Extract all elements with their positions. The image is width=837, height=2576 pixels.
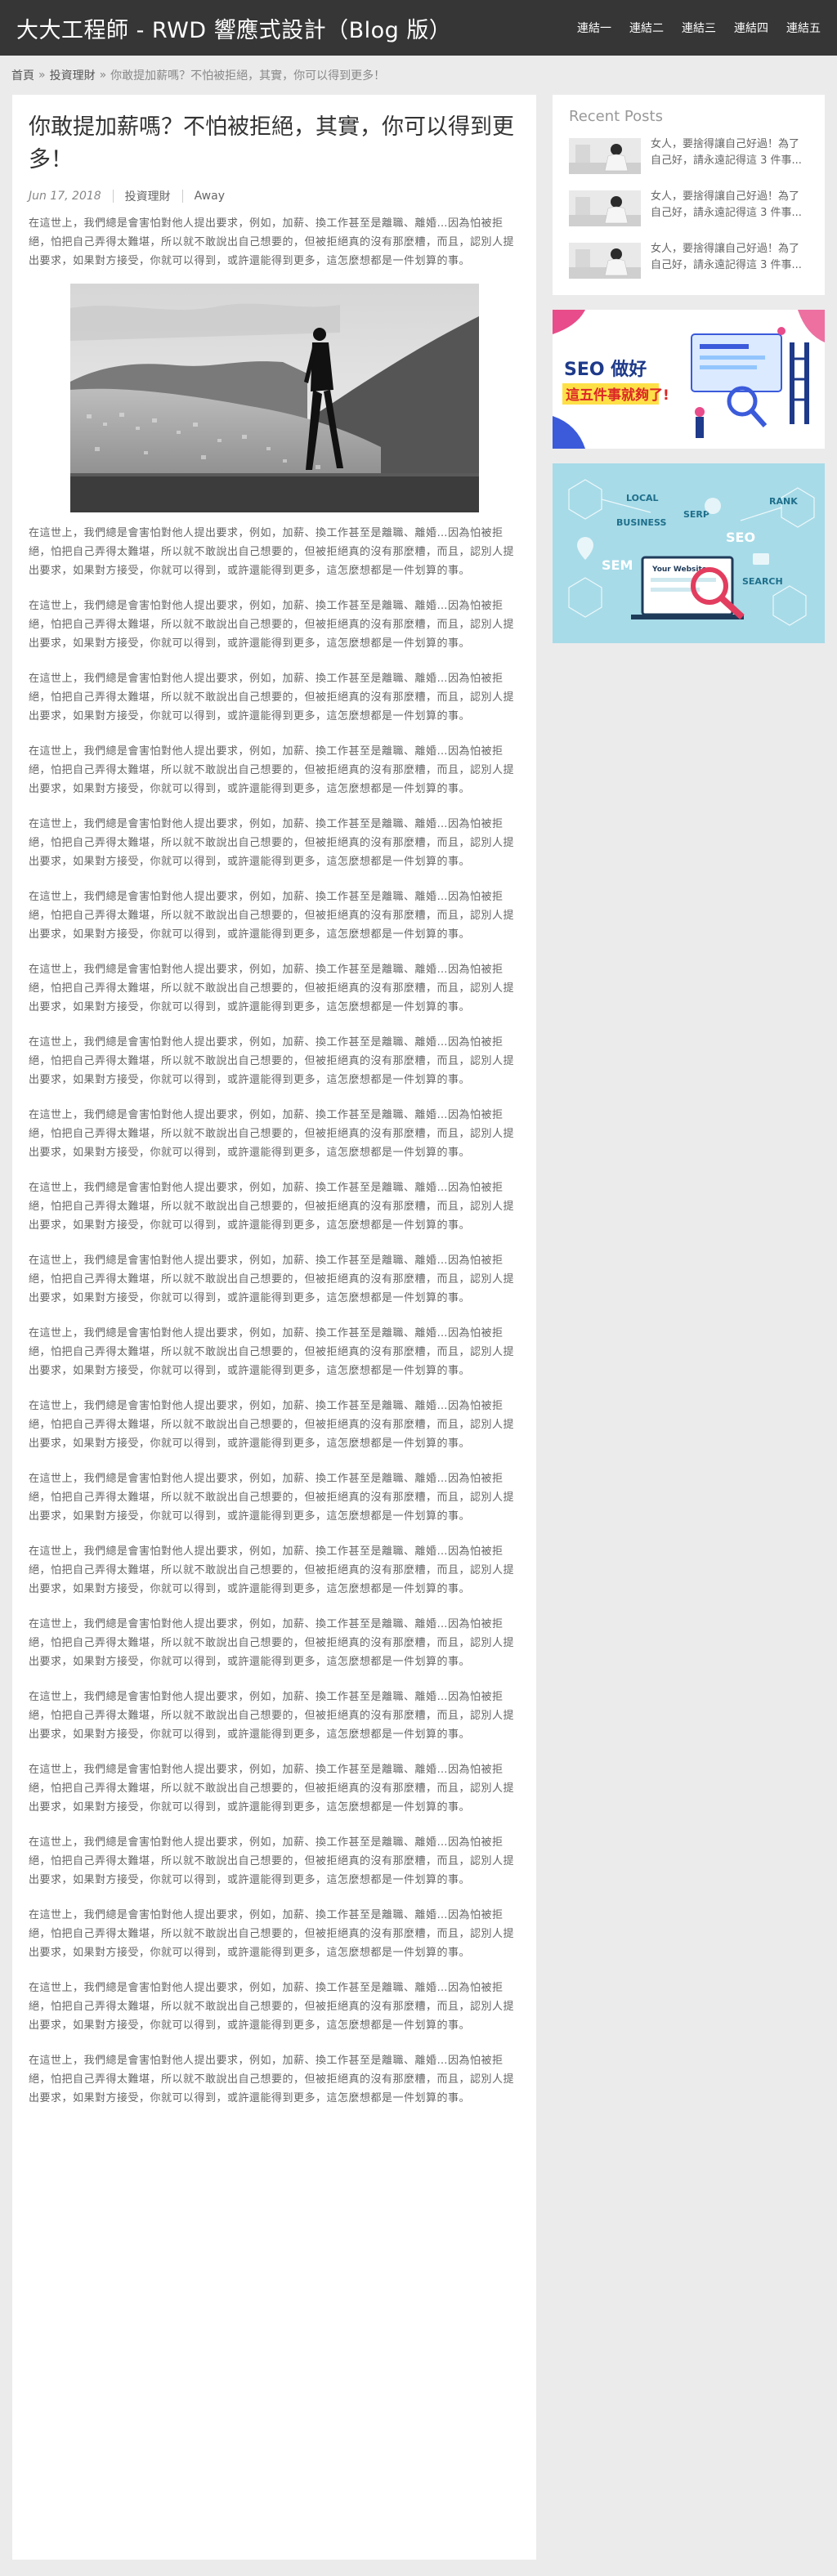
post-paragraph: 在這世上，我們總是會害怕對他人提出要求，例如，加薪、換工作甚至是離職、離婚…因為… <box>29 1909 515 1959</box>
hero-image <box>69 284 479 512</box>
post-paragraph: 在這世上，我們總是會害怕對他人提出要求，例如，加薪、換工作甚至是離職、離婚…因為… <box>29 1473 515 1523</box>
recent-posts-title: Recent Posts <box>569 108 663 125</box>
sidebar: Recent Posts 女人，要捨得讓自己好過！為了自己好，請永遠記得這 3 … <box>553 95 825 643</box>
post-author-link[interactable]: Away <box>195 190 225 203</box>
site-header: 大大工程師 - RWD 響應式設計（Blog 版） 連結一 連結二 連結三 連結… <box>0 0 837 56</box>
recent-post-link[interactable]: 女人，要捨得讓自己好過！為了自己好，請永遠記得這 3 件事... <box>651 136 808 174</box>
article: 你敢提加薪嗎？不怕被拒絕，其實，你可以得到更多！ Jun 17, 2018 投資… <box>12 95 536 2560</box>
post-paragraph: 在這世上，我們總是會害怕對他人提出要求，例如，加薪、換工作甚至是離職、離婚…因為… <box>29 745 515 795</box>
post-paragraph: 在這世上，我們總是會害怕對他人提出要求，例如，加薪、換工作甚至是離職、離婚…因為… <box>29 818 515 868</box>
nav-link-5[interactable]: 連結五 <box>786 20 821 36</box>
post-paragraph: 在這世上，我們總是會害怕對他人提出要求，例如，加薪、換工作甚至是離職、離婚…因為… <box>29 891 515 941</box>
svg-text:RANK: RANK <box>769 496 798 507</box>
post-paragraph: 在這世上，我們總是會害怕對他人提出要求，例如，加薪、換工作甚至是離職、離婚…因為… <box>29 964 515 1013</box>
post-paragraph: 在這世上，我們總是會害怕對他人提出要求，例如，加薪、換工作甚至是離職、離婚…因為… <box>29 1036 515 1086</box>
post-title: 你敢提加薪嗎？不怕被拒絕，其實，你可以得到更多！ <box>29 114 514 172</box>
recent-post-thumbnail[interactable] <box>569 138 641 174</box>
breadcrumb-separator: » <box>38 69 46 82</box>
post-paragraph: 在這世上，我們總是會害怕對他人提出要求，例如，加薪、換工作甚至是離職、離婚…因為… <box>29 527 515 577</box>
meta-divider <box>112 190 114 203</box>
nav-link-4[interactable]: 連結四 <box>734 20 768 36</box>
recent-post-link[interactable]: 女人，要捨得讓自己好過！為了自己好，請永遠記得這 3 件事... <box>651 189 808 226</box>
post-paragraph: 在這世上，我們總是會害怕對他人提出要求，例如，加薪、換工作甚至是離職、離婚…因為… <box>29 1254 515 1304</box>
breadcrumb-home[interactable]: 首頁 <box>11 67 34 83</box>
post-paragraph: 在這世上，我們總是會害怕對他人提出要求，例如，加薪、換工作甚至是離職、離婚…因為… <box>29 1327 515 1377</box>
recent-post-link[interactable]: 女人，要捨得讓自己好過！為了自己好，請永遠記得這 3 件事... <box>651 241 808 279</box>
breadcrumb: 首頁 » 投資理財 » 你敢提加薪嗎？不怕被拒絕，其實，你可以得到更多！ <box>0 56 837 95</box>
svg-text:SEO: SEO <box>726 530 755 545</box>
recent-post-item[interactable]: 女人，要捨得讓自己好過！為了自己好，請永遠記得這 3 件事... <box>569 189 808 226</box>
post-paragraph: 在這世上，我們總是會害怕對他人提出要求，例如，加薪、換工作甚至是離職、離婚…因為… <box>29 1618 515 1668</box>
post-paragraph: 在這世上，我們總是會害怕對他人提出要求，例如，加薪、換工作甚至是離職、離婚…因為… <box>29 1182 515 1232</box>
breadcrumb-separator: » <box>99 69 107 82</box>
breadcrumb-category[interactable]: 投資理財 <box>50 67 96 83</box>
svg-text:LOCAL: LOCAL <box>626 493 659 503</box>
svg-text:SEM: SEM <box>602 557 633 573</box>
post-paragraph: 在這世上，我們總是會害怕對他人提出要求，例如，加薪、換工作甚至是離職、離婚…因為… <box>29 217 515 267</box>
recent-post-thumbnail[interactable] <box>569 190 641 226</box>
post-paragraph: 在這世上，我們總是會害怕對他人提出要求，例如，加薪、換工作甚至是離職、離婚…因為… <box>29 1836 515 1886</box>
ad1-text-line1: SEO 做好 <box>564 359 647 380</box>
nav-link-1[interactable]: 連結一 <box>577 20 611 36</box>
breadcrumb-current: 你敢提加薪嗎？不怕被拒絕，其實，你可以得到更多！ <box>110 69 386 83</box>
ad1-text-line2: 這五件事就夠了! <box>566 387 669 404</box>
seo-ad-banner[interactable]: SEO 做好 這五件事就夠了! <box>553 310 825 449</box>
recent-post-thumbnail[interactable] <box>569 243 641 279</box>
svg-text:BUSINESS: BUSINESS <box>616 517 666 528</box>
post-paragraph: 在這世上，我們總是會害怕對他人提出要求，例如，加薪、換工作甚至是離職、離婚…因為… <box>29 1400 515 1450</box>
main-nav: 連結一 連結二 連結三 連結四 連結五 <box>559 20 821 36</box>
meta-divider <box>181 190 183 203</box>
nav-link-3[interactable]: 連結三 <box>682 20 716 36</box>
svg-text:SEARCH: SEARCH <box>742 576 783 587</box>
post-paragraph: 在這世上，我們總是會害怕對他人提出要求，例如，加薪、換工作甚至是離職、離婚…因為… <box>29 2055 515 2104</box>
nav-link-2[interactable]: 連結二 <box>629 20 664 36</box>
post-paragraph: 在這世上，我們總是會害怕對他人提出要求，例如，加薪、換工作甚至是離職、離婚…因為… <box>29 1691 515 1741</box>
post-paragraph: 在這世上，我們總是會害怕對他人提出要求，例如，加薪、換工作甚至是離職、離婚…因為… <box>29 1982 515 2032</box>
recent-post-item[interactable]: 女人，要捨得讓自己好過！為了自己好，請永遠記得這 3 件事... <box>569 241 808 279</box>
post-meta: Jun 17, 2018 投資理財 Away <box>29 188 520 204</box>
post-paragraph: 在這世上，我們總是會害怕對他人提出要求，例如，加薪、換工作甚至是離職、離婚…因為… <box>29 1109 515 1159</box>
post-paragraph: 在這世上，我們總是會害怕對他人提出要求，例如，加薪、換工作甚至是離職、離婚…因為… <box>29 600 515 650</box>
post-paragraph: 在這世上，我們總是會害怕對他人提出要求，例如，加薪、換工作甚至是離職、離婚…因為… <box>29 673 515 722</box>
recent-post-item[interactable]: 女人，要捨得讓自己好過！為了自己好，請永遠記得這 3 件事... <box>569 136 808 174</box>
post-paragraph: 在這世上，我們總是會害怕對他人提出要求，例如，加薪、換工作甚至是離職、離婚…因為… <box>29 1545 515 1595</box>
site-title[interactable]: 大大工程師 - RWD 響應式設計（Blog 版） <box>16 12 451 44</box>
svg-text:SERP: SERP <box>683 509 709 520</box>
post-category-link[interactable]: 投資理財 <box>125 188 171 204</box>
post-date: Jun 17, 2018 <box>29 190 101 203</box>
post-paragraph: 在這世上，我們總是會害怕對他人提出要求，例如，加薪、換工作甚至是離職、離婚…因為… <box>29 1764 515 1813</box>
seo-concept-banner[interactable]: LOCAL BUSINESS SERP RANK SEO SEM SEARCH … <box>553 463 825 643</box>
recent-posts-widget: Recent Posts 女人，要捨得讓自己好過！為了自己好，請永遠記得這 3 … <box>553 95 825 295</box>
